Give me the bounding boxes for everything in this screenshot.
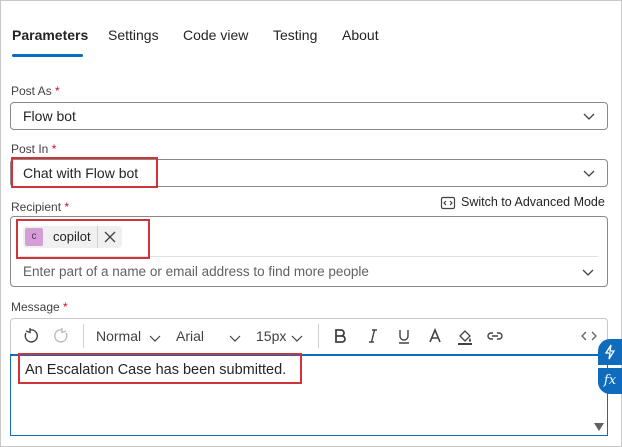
avatar: c	[25, 228, 43, 246]
tab-code-view[interactable]: Code view	[183, 27, 248, 43]
message-body[interactable]: An Escalation Case has been submitted.	[25, 362, 286, 378]
post-in-dropdown[interactable]: Chat with Flow bot	[10, 159, 608, 187]
chevron-down-icon	[291, 335, 303, 342]
dynamic-content-button[interactable]	[598, 339, 622, 365]
toolbar-divider	[83, 324, 84, 348]
chevron-down-icon	[583, 170, 595, 177]
link-icon[interactable]	[486, 327, 504, 345]
chevron-down-icon	[583, 113, 595, 120]
message-label: Message *	[11, 300, 68, 314]
post-as-label: Post As *	[11, 84, 60, 98]
active-tab-indicator	[12, 54, 83, 57]
resize-handle-icon[interactable]	[594, 423, 604, 431]
font-color-icon[interactable]	[426, 327, 444, 345]
recipient-chip[interactable]: c copilot	[23, 226, 122, 248]
redo-icon[interactable]	[53, 327, 71, 345]
font-size-select[interactable]: 15px	[256, 328, 308, 346]
paragraph-style-value: Normal	[96, 328, 142, 344]
paragraph-style-select[interactable]: Normal	[96, 328, 166, 346]
font-family-value: Arial	[176, 328, 205, 344]
expression-button[interactable]: fx	[598, 368, 622, 394]
recipient-label: Recipient *	[11, 200, 70, 214]
recipient-search-input[interactable]: Enter part of a name or email address to…	[23, 264, 369, 279]
tab-about[interactable]: About	[342, 27, 379, 43]
recipient-chip-name: copilot	[53, 229, 91, 244]
fx-icon: fx	[603, 373, 617, 388]
recipient-divider	[20, 256, 598, 257]
toolbar-divider	[318, 324, 319, 348]
highlight-color-icon[interactable]	[456, 327, 474, 345]
tab-testing[interactable]: Testing	[273, 27, 317, 43]
tab-parameters[interactable]: Parameters	[12, 27, 88, 43]
font-size-value: 15px	[256, 328, 287, 344]
chevron-down-icon	[229, 335, 241, 342]
lightning-icon	[604, 344, 616, 360]
post-in-value: Chat with Flow bot	[23, 165, 139, 181]
bold-icon[interactable]	[331, 327, 349, 345]
italic-icon[interactable]	[364, 327, 382, 345]
undo-icon[interactable]	[21, 327, 39, 345]
post-in-label: Post In *	[11, 142, 57, 156]
font-family-select[interactable]: Arial	[176, 328, 246, 346]
chip-divider	[97, 226, 98, 248]
code-switch-icon	[440, 196, 456, 210]
underline-icon[interactable]	[395, 327, 413, 345]
tab-settings[interactable]: Settings	[108, 27, 159, 43]
switch-advanced-mode-label: Switch to Advanced Mode	[461, 195, 605, 209]
chevron-down-icon	[149, 335, 161, 342]
post-as-dropdown[interactable]: Flow bot	[10, 102, 608, 130]
post-as-value: Flow bot	[23, 108, 76, 124]
code-view-icon[interactable]	[580, 327, 598, 345]
chevron-down-icon[interactable]	[580, 264, 596, 280]
message-editor[interactable]: An Escalation Case has been submitted.	[10, 354, 608, 436]
close-icon[interactable]	[103, 230, 117, 244]
